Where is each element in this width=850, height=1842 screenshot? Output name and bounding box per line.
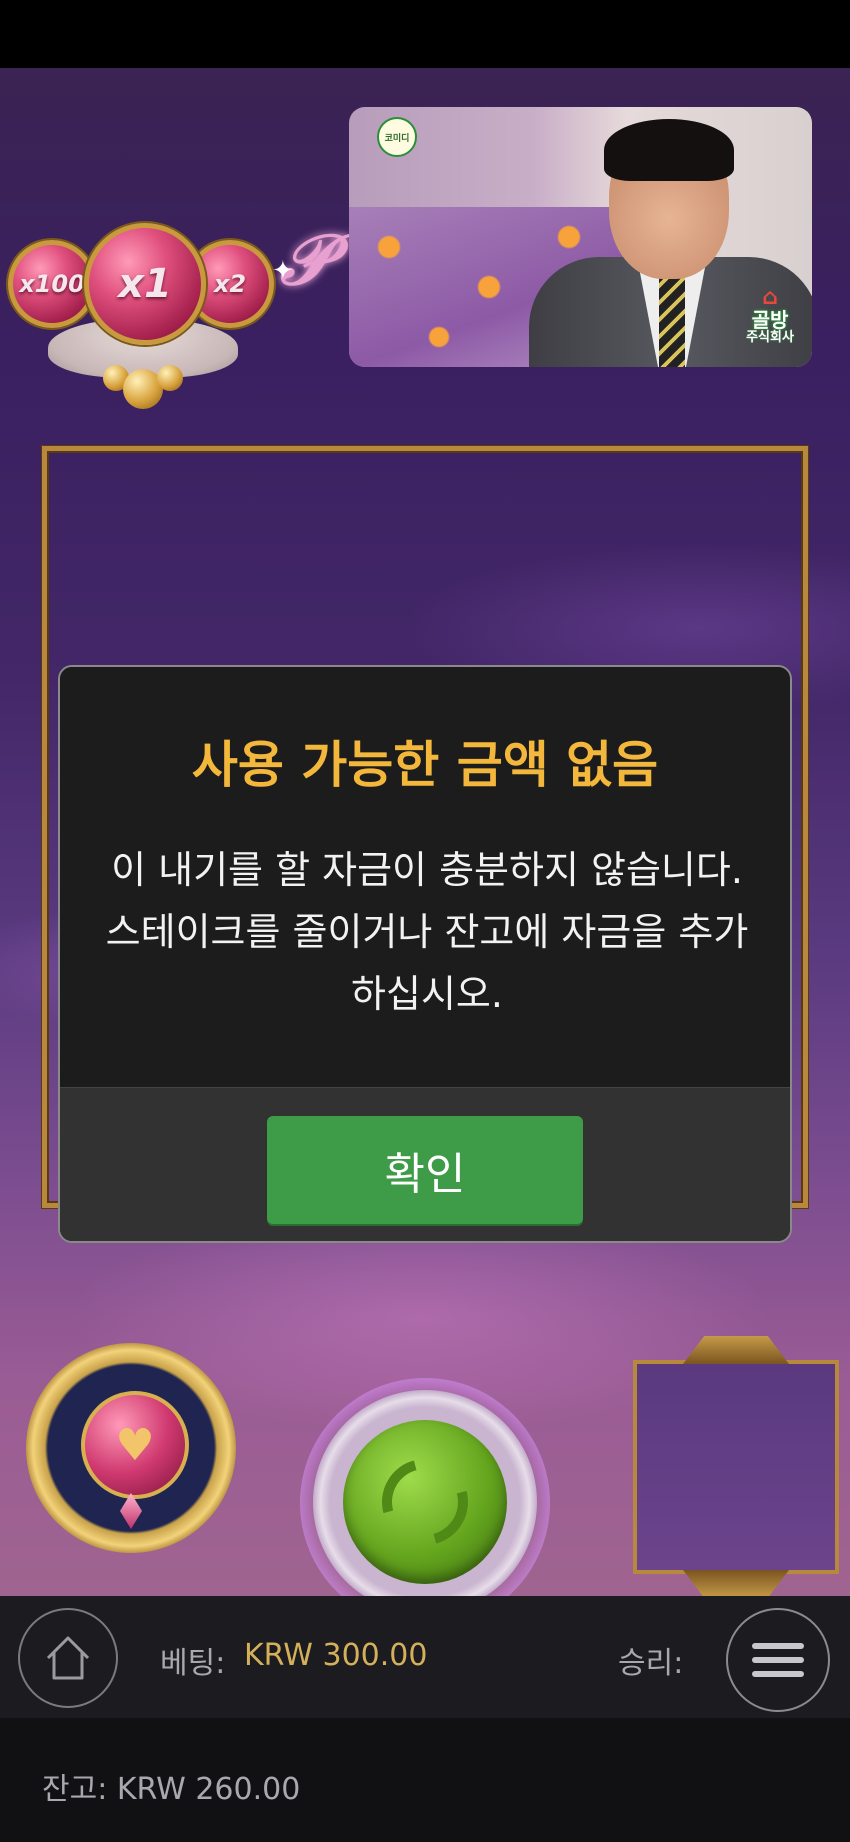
watermark-title: 골방 bbox=[751, 308, 789, 332]
bet-value[interactable]: KRW 300.00 bbox=[244, 1638, 427, 1673]
status-bar bbox=[0, 0, 850, 68]
autoplay-button[interactable]: ♥ bbox=[26, 1343, 246, 1563]
balance-text: 잔고: KRW 260.00 bbox=[42, 1772, 301, 1807]
house-icon: ⌂ bbox=[762, 285, 778, 310]
spin-icon bbox=[366, 1443, 484, 1561]
spin-button[interactable] bbox=[313, 1390, 537, 1614]
channel-logo: 코미디 bbox=[377, 117, 417, 157]
gold-balls-decoration bbox=[103, 353, 183, 409]
bet-frame-top-ornament bbox=[683, 1336, 789, 1364]
video-overlay[interactable]: 코미디 ⌂ 골방 주식회사 bbox=[349, 107, 812, 367]
win-label: 승리: bbox=[618, 1646, 684, 1681]
home-button[interactable] bbox=[18, 1608, 118, 1708]
multiplier-center-label: x1 bbox=[118, 261, 172, 307]
multiplier-orb-center: x1 bbox=[84, 223, 206, 345]
dialog-footer: 확인 bbox=[60, 1087, 790, 1241]
dialog-message: 이 내기를 할 자금이 충분하지 않습니다. 스테이크를 줄이거나 잔고에 자금… bbox=[105, 848, 749, 1016]
bottom-bar: 베팅: KRW 300.00 승리: bbox=[0, 1596, 850, 1718]
game-screen: x100 x2 x1 𝒫 ✦ ♥ 코미디 ⌂ 골방 주식회사 사용 가능한 금액… bbox=[0, 0, 850, 1842]
confirm-button[interactable]: 확인 bbox=[267, 1116, 583, 1224]
multiplier-left-label: x100 bbox=[19, 270, 85, 298]
heart-icon: ♥ bbox=[81, 1391, 189, 1499]
bet-frame[interactable] bbox=[633, 1336, 839, 1598]
multiplier-right-label: x2 bbox=[213, 270, 247, 298]
menu-button[interactable] bbox=[726, 1608, 830, 1712]
spin-core bbox=[343, 1420, 507, 1584]
multiplier-orb-left: x100 bbox=[8, 240, 96, 328]
bet-frame-bottom-ornament bbox=[683, 1570, 789, 1598]
menu-icon bbox=[752, 1643, 804, 1649]
bet-frame-box bbox=[633, 1360, 839, 1574]
sparkle-icon: ✦ bbox=[272, 256, 294, 286]
dialog-body: 사용 가능한 금액 없음 이 내기를 할 자금이 충분하지 않습니다. 스테이크… bbox=[60, 667, 790, 1087]
watermark-subtitle: 주식회사 bbox=[746, 330, 794, 345]
balance-bar: 잔고: KRW 260.00 bbox=[0, 1718, 850, 1842]
video-watermark: ⌂ 골방 주식회사 bbox=[740, 287, 800, 345]
home-icon bbox=[46, 1636, 90, 1680]
bet-label: 베팅: bbox=[160, 1646, 226, 1681]
multiplier-display: x100 x2 x1 bbox=[8, 218, 278, 409]
insufficient-funds-dialog: 사용 가능한 금액 없음 이 내기를 할 자금이 충분하지 않습니다. 스테이크… bbox=[58, 665, 792, 1243]
dialog-title: 사용 가능한 금액 없음 bbox=[191, 736, 659, 794]
